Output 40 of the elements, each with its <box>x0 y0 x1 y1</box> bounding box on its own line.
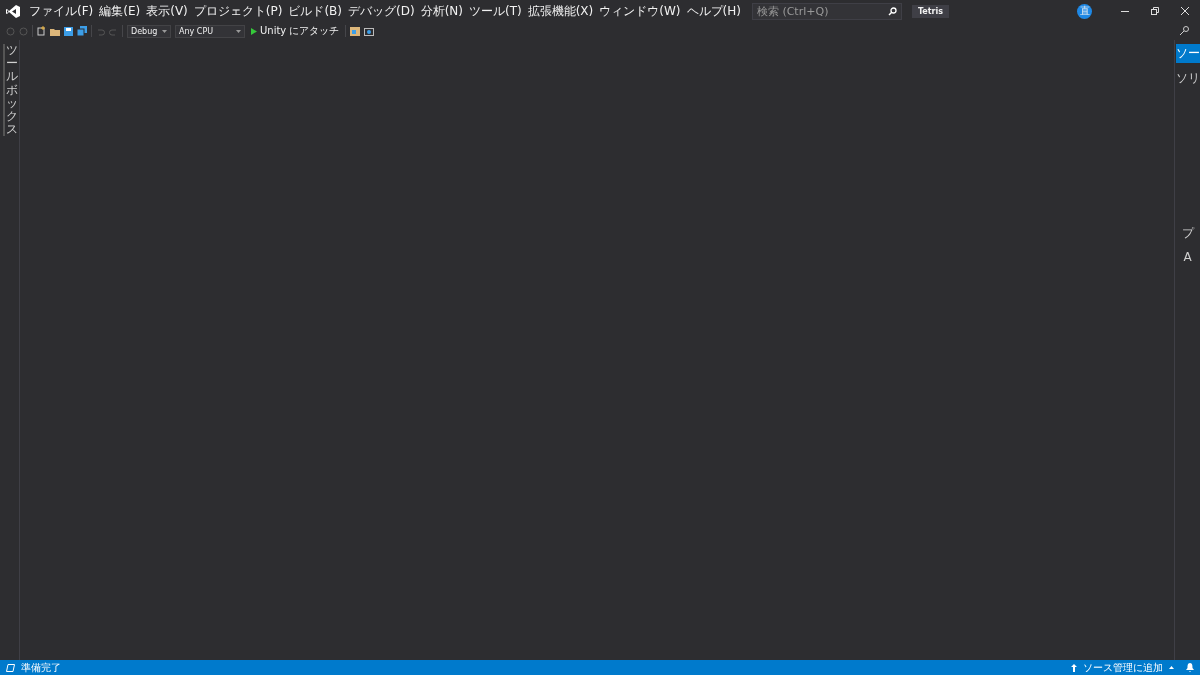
source-control-button[interactable]: ソース管理に追加 <box>1083 660 1163 675</box>
search-field[interactable]: 検索 (Ctrl+Q) <box>751 2 902 20</box>
start-button[interactable]: Unity にアタッチ <box>249 24 342 38</box>
side-tab[interactable]: ソー <box>1175 44 1200 63</box>
solution-name: Tetris <box>911 4 949 18</box>
menu-item[interactable]: プロジェクト(P) <box>190 0 286 22</box>
minimize-icon[interactable] <box>1121 10 1129 12</box>
app-logo-icon <box>6 4 20 18</box>
caret-icon <box>162 29 167 33</box>
search-icon <box>887 6 897 16</box>
menu-item[interactable]: 編集(E) <box>96 0 144 22</box>
menu-item[interactable]: 拡張機能(X) <box>524 0 597 22</box>
menu-item[interactable]: デバッグ(D) <box>345 0 418 22</box>
status-message: 準備完了 <box>21 660 61 675</box>
menu-item[interactable]: ウィンドウ(W) <box>596 0 684 22</box>
platform-dropdown[interactable]: Any CPU <box>175 24 245 38</box>
play-icon <box>251 27 257 35</box>
menu-item[interactable]: 分析(N) <box>417 0 466 22</box>
caret-icon <box>1169 666 1174 669</box>
menu-item[interactable]: ツール(T) <box>465 0 525 22</box>
side-tab[interactable]: プ <box>1181 223 1194 243</box>
toolbox-tab[interactable]: ツールボックス <box>3 44 18 137</box>
restore-icon[interactable] <box>1151 7 1159 15</box>
configuration-dropdown[interactable]: Debug <box>127 24 171 38</box>
menu-item[interactable]: ファイル(F) <box>26 0 97 22</box>
close-icon[interactable] <box>1181 7 1189 15</box>
user-avatar[interactable]: 直 <box>1077 3 1092 19</box>
save-icon[interactable] <box>64 26 73 36</box>
up-arrow-icon <box>1071 663 1077 672</box>
bell-icon[interactable] <box>1186 663 1194 672</box>
side-tab[interactable]: ソリ <box>1175 69 1200 88</box>
save-all-icon[interactable] <box>77 26 87 36</box>
menu-item[interactable]: 表示(V) <box>143 0 191 22</box>
screenshot-icon[interactable] <box>364 26 375 36</box>
menu-item[interactable]: ヘルプ(H) <box>683 0 744 22</box>
side-tab[interactable]: A <box>1183 248 1192 265</box>
new-project-icon[interactable] <box>37 26 46 36</box>
menu-item[interactable]: ビルド(B) <box>285 0 345 22</box>
window-icon <box>6 663 15 672</box>
caret-icon <box>236 29 241 33</box>
